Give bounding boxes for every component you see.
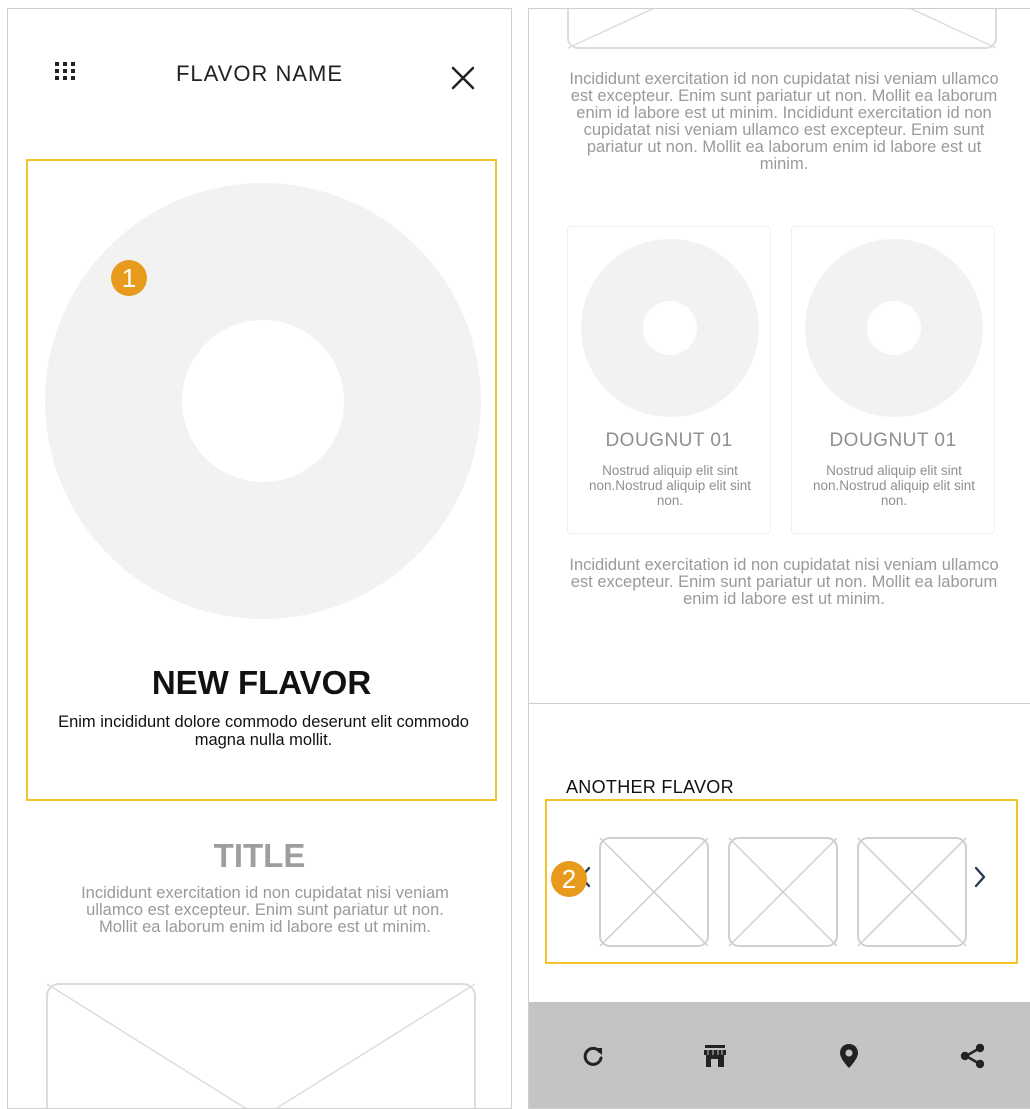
description-text: Incididunt exercitation id non cupidatat…: [569, 70, 999, 173]
bottom-navigation: [529, 1002, 1030, 1108]
refresh-icon[interactable]: [579, 1042, 607, 1070]
close-icon[interactable]: [449, 64, 477, 92]
card-description: Nostrud aliquip elit sint non.Nostrud al…: [812, 463, 976, 508]
location-icon[interactable]: [835, 1042, 863, 1070]
hero-title: NEW FLAVOR: [151, 664, 372, 701]
page-title: FLAVOR NAME: [175, 61, 344, 86]
carousel-thumbnail[interactable]: [599, 837, 709, 947]
donut-image: [581, 239, 759, 417]
hero-description: Enim incididunt dolore commodo deserunt …: [58, 713, 469, 749]
carousel-thumbnail[interactable]: [857, 837, 967, 947]
divider: [529, 703, 1030, 704]
header: FLAVOR NAME: [8, 9, 511, 139]
carousel-thumbnail[interactable]: [728, 837, 838, 947]
doughnut-card[interactable]: DOUGNUT 01 Nostrud aliquip elit sint non…: [567, 226, 771, 534]
card-title: DOUGNUT 01: [829, 430, 957, 451]
card-title: DOUGNUT 01: [605, 430, 733, 451]
image-placeholder: [46, 983, 476, 1108]
description-text: Incididunt exercitation id non cupidatat…: [569, 556, 999, 608]
image-placeholder: [567, 9, 997, 49]
section-title: TITLE: [213, 837, 306, 874]
store-icon[interactable]: [701, 1042, 729, 1070]
flavor-detail-screen-scrolled: Incididunt exercitation id non cupidatat…: [528, 8, 1030, 1109]
section-text: Incididunt exercitation id non cupidatat…: [81, 884, 449, 936]
share-icon[interactable]: [959, 1042, 987, 1070]
donut-image: [45, 183, 481, 619]
chevron-right-icon[interactable]: [970, 863, 990, 891]
donut-image: [805, 239, 983, 417]
another-flavor-carousel: 2: [545, 799, 1018, 964]
annotation-badge-2: 2: [551, 861, 587, 897]
doughnut-card[interactable]: DOUGNUT 01 Nostrud aliquip elit sint non…: [791, 226, 995, 534]
annotation-badge-1: 1: [111, 260, 147, 296]
flavor-detail-screen: FLAVOR NAME 1 NEW FLAVOR Enim incididunt…: [7, 8, 512, 1109]
card-description: Nostrud aliquip elit sint non.Nostrud al…: [588, 463, 752, 508]
another-flavor-title: ANOTHER FLAVOR: [566, 777, 734, 797]
new-flavor-hero[interactable]: 1 NEW FLAVOR Enim incididunt dolore comm…: [26, 159, 497, 801]
